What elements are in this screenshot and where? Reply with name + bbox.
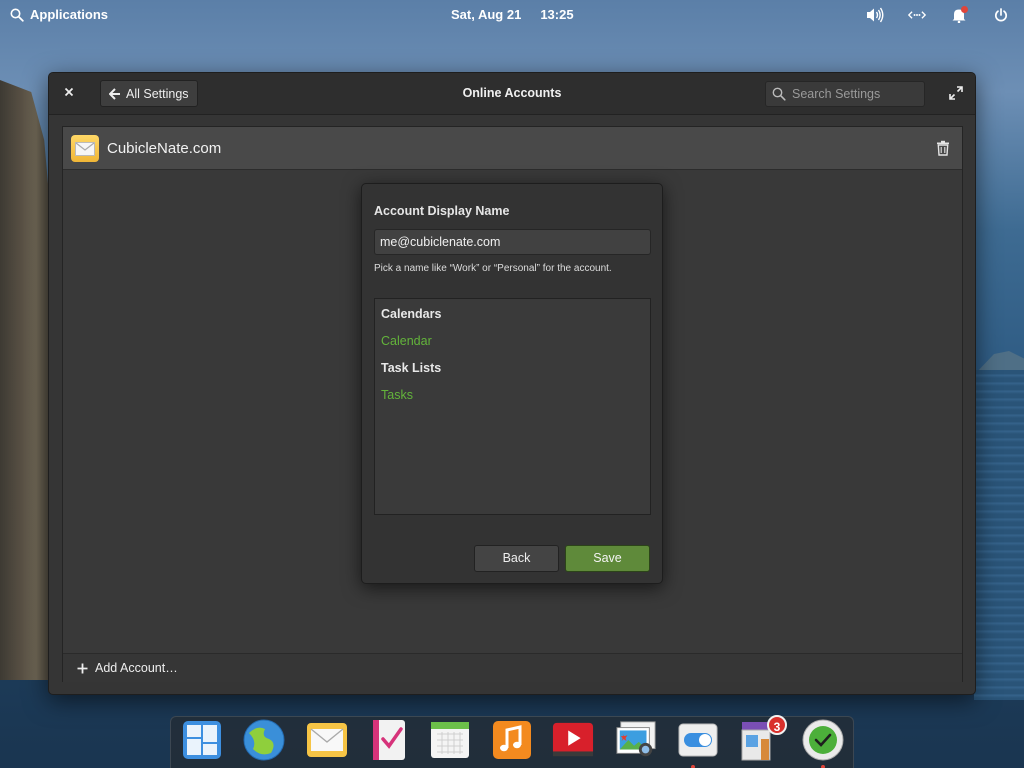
search-icon xyxy=(772,87,786,101)
applications-label: Applications xyxy=(30,7,109,22)
notification-dot xyxy=(961,6,968,13)
time-label: 13:25 xyxy=(540,7,574,22)
notifications-icon[interactable] xyxy=(950,6,968,24)
search-settings-input[interactable] xyxy=(792,87,912,101)
music-icon[interactable] xyxy=(491,719,533,761)
network-icon[interactable] xyxy=(908,6,926,24)
wallpaper-sea xyxy=(974,370,1024,700)
appcenter-icon[interactable]: 3 xyxy=(739,715,787,761)
search-settings-field[interactable] xyxy=(765,81,925,107)
delete-account-button[interactable] xyxy=(936,140,952,158)
web-browser-icon[interactable] xyxy=(243,719,285,761)
calendar-item[interactable]: Calendar xyxy=(381,334,432,348)
panel-indicators xyxy=(866,6,1010,24)
window-headerbar: All Settings Online Accounts xyxy=(49,73,975,115)
applications-menu[interactable]: Applications xyxy=(10,7,108,22)
mail-icon[interactable] xyxy=(306,719,348,761)
maximize-icon xyxy=(949,86,963,100)
account-dialog: Account Display Name Pick a name like “W… xyxy=(361,183,663,584)
datetime-indicator[interactable]: Sat, Aug 21 13:25 xyxy=(451,7,574,22)
volume-icon[interactable] xyxy=(866,6,884,24)
dock: 3 xyxy=(170,715,854,768)
calendars-heading: Calendars xyxy=(381,307,442,321)
task-lists-heading: Task Lists xyxy=(381,361,442,375)
top-panel: Applications Sat, Aug 21 13:25 xyxy=(0,0,1024,30)
display-name-input[interactable] xyxy=(374,229,651,255)
photos-icon[interactable] xyxy=(615,719,657,761)
trash-icon xyxy=(937,140,949,156)
wallpaper-cliff xyxy=(0,80,52,680)
account-name: CubicleNate.com xyxy=(107,140,222,157)
updates-badge: 3 xyxy=(767,715,787,735)
date-label: Sat, Aug 21 xyxy=(451,7,522,22)
maximize-button[interactable] xyxy=(949,86,965,102)
add-account-label: Add Account… xyxy=(95,661,178,675)
search-icon xyxy=(10,8,24,22)
display-name-heading: Account Display Name xyxy=(374,204,510,218)
plus-icon xyxy=(77,663,88,673)
tasks-icon[interactable] xyxy=(367,719,409,761)
back-button[interactable]: Back xyxy=(474,545,559,572)
save-button[interactable]: Save xyxy=(565,545,650,572)
account-header: CubicleNate.com xyxy=(63,127,962,170)
power-icon[interactable] xyxy=(992,6,1010,24)
accounts-footer: Add Account… xyxy=(63,653,962,682)
calendar-icon[interactable] xyxy=(429,719,471,761)
add-account-button[interactable]: Add Account… xyxy=(77,661,178,675)
tasks-item[interactable]: Tasks xyxy=(381,388,413,402)
services-list: Calendars Calendar Task Lists Tasks xyxy=(374,298,651,515)
updates-icon[interactable] xyxy=(802,719,844,761)
videos-icon[interactable] xyxy=(552,719,594,761)
multitasking-view-icon[interactable] xyxy=(181,719,223,761)
mail-account-icon xyxy=(71,135,99,162)
system-settings-icon[interactable] xyxy=(677,719,719,761)
display-name-hint: Pick a name like “Work” or “Personal” fo… xyxy=(374,263,612,274)
